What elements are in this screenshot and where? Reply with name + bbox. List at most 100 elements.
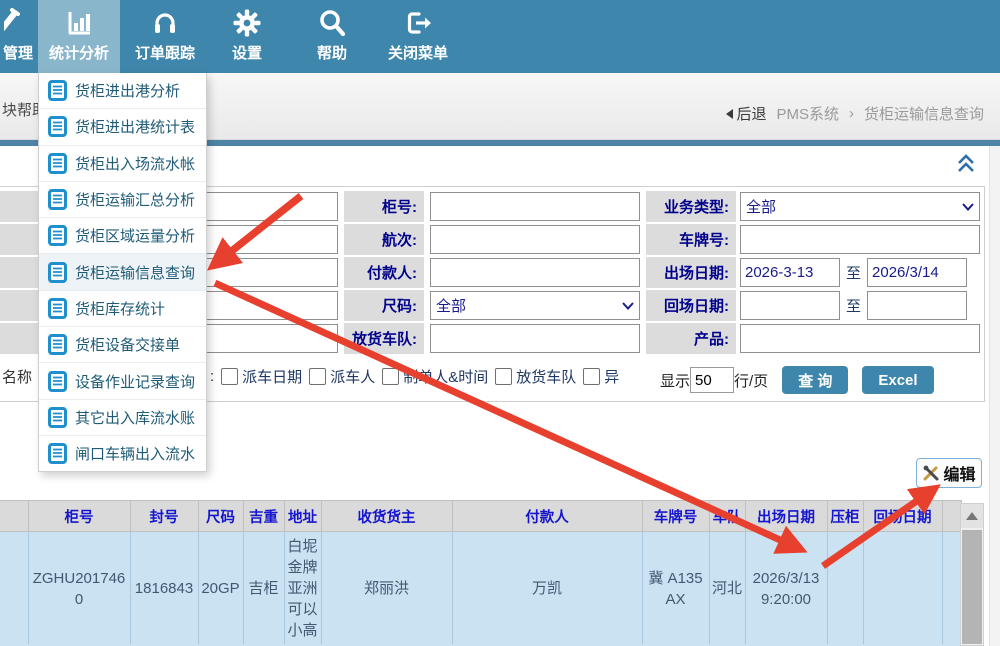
headset-icon [149, 7, 181, 39]
exit-date-from-input[interactable] [740, 258, 840, 287]
field-label-exit-date: 出场日期: [646, 257, 736, 288]
document-icon [48, 80, 67, 101]
table-scrollbar[interactable] [960, 503, 984, 646]
release-fleet-field-wrap [430, 323, 640, 354]
page-scrollbar-strip[interactable] [989, 146, 1000, 646]
menu-item-other-warehouse-ledger[interactable]: 其它出入库流水账 [39, 400, 206, 436]
container-no-field-wrap [430, 191, 640, 222]
release-fleet-input[interactable] [430, 324, 640, 353]
size-field-wrap: 全部 [430, 290, 640, 321]
payer-input[interactable] [430, 258, 640, 287]
rows-per-page-input[interactable] [690, 367, 734, 393]
name-label-fragment: 名称 [2, 366, 32, 387]
logout-icon [402, 7, 434, 39]
header-address: 地址 [284, 501, 321, 532]
business-type-select[interactable]: 全部 [740, 192, 980, 221]
header-filler [942, 501, 961, 532]
checkbox-dispatch-date[interactable] [221, 368, 238, 385]
back-button[interactable]: 后退 [726, 103, 766, 124]
results-table: 柜号 封号 尺码 吉重 地址 收货货主 付款人 车牌号 车队 出场日期 压柜 回… [0, 500, 962, 646]
date-range-joiner: 至 [846, 262, 861, 283]
plate-no-input[interactable] [740, 225, 980, 254]
menu-item-inout-yard-ledger[interactable]: 货柜出入场流水帐 [39, 146, 206, 182]
checkbox-dispatcher[interactable] [309, 368, 326, 385]
checkbox-label: 制单人&时间 [403, 366, 488, 387]
double-chevron-up-icon [955, 154, 977, 174]
nav-item-label: 设置 [232, 42, 262, 63]
scrollbar-thumb[interactable] [962, 530, 982, 644]
menu-item-transport-summary[interactable]: 货柜运输汇总分析 [39, 182, 206, 218]
collapse-panel-button[interactable] [955, 154, 977, 174]
triangle-up-icon [966, 512, 978, 520]
cell-payer: 万凯 [452, 532, 642, 646]
cell-selector [0, 532, 28, 646]
cell-address: 白坭金牌亚洲可以小高 [284, 532, 321, 646]
query-button[interactable]: 查 询 [782, 366, 848, 394]
header-weight: 吉重 [243, 501, 284, 532]
checkbox-abnormal[interactable] [583, 368, 600, 385]
cell-fleet: 河北 [709, 532, 745, 646]
nav-item-manage[interactable]: 管理 [0, 0, 36, 73]
field-label-size: 尺码: [344, 290, 424, 321]
menu-item-inventory-stats[interactable]: 货柜库存统计 [39, 291, 206, 327]
header-container-no: 柜号 [28, 501, 130, 532]
scrollbar-up-button[interactable] [961, 504, 983, 528]
nav-item-label: 管理 [3, 42, 33, 63]
menu-item-label: 货柜进出港统计表 [75, 116, 195, 137]
checkbox-release-fleet[interactable] [495, 368, 512, 385]
checkbox-maker-time[interactable] [382, 368, 399, 385]
menu-item-transport-info-query[interactable]: 货柜运输信息查询 [39, 254, 206, 290]
header-hold: 压柜 [827, 501, 863, 532]
header-size: 尺码 [198, 501, 243, 532]
document-icon [48, 407, 67, 428]
menu-item-container-port-analysis[interactable]: 货柜进出港分析 [39, 73, 206, 109]
nav-item-settings[interactable]: 设置 [216, 0, 278, 73]
payer-field-wrap [430, 257, 640, 288]
exit-date-to-input[interactable] [867, 258, 967, 287]
menu-item-equipment-handover[interactable]: 货柜设备交接单 [39, 327, 206, 363]
nav-item-help[interactable]: 帮助 [302, 0, 362, 73]
nav-item-close-menu[interactable]: 关闭菜单 [377, 0, 459, 73]
breadcrumb-system[interactable]: PMS系统 [776, 103, 839, 124]
colon-fragment: : [210, 368, 214, 385]
product-input[interactable] [740, 324, 980, 353]
header-return-date: 回场日期 [863, 501, 942, 532]
breadcrumb-separator: › [849, 105, 854, 122]
cell-return-date [863, 532, 942, 646]
chevron-down-icon [622, 302, 634, 310]
container-no-input[interactable] [430, 192, 640, 221]
menu-item-container-port-table[interactable]: 货柜进出港统计表 [39, 109, 206, 145]
table-header-row: 柜号 封号 尺码 吉重 地址 收货货主 付款人 车牌号 车队 出场日期 压柜 回… [0, 501, 961, 532]
document-icon [48, 334, 67, 355]
header-seal-no: 封号 [130, 501, 198, 532]
excel-button[interactable]: Excel [862, 366, 933, 394]
stats-analysis-dropdown: 货柜进出港分析 货柜进出港统计表 货柜出入场流水帐 货柜运输汇总分析 货柜区域运… [38, 73, 207, 472]
size-select[interactable]: 全部 [430, 291, 640, 320]
pms-screen: 管理 统计分析 订单跟踪 [0, 0, 1000, 646]
pager-row: 显示 行/页 查 询 Excel [660, 364, 934, 396]
menu-item-label: 货柜库存统计 [75, 298, 165, 319]
header-payer: 付款人 [452, 501, 642, 532]
menu-item-region-volume[interactable]: 货柜区域运量分析 [39, 218, 206, 254]
menu-item-gate-vehicle-flow[interactable]: 闸口车辆出入流水 [39, 436, 206, 471]
chevron-down-icon [962, 203, 974, 211]
return-date-to-input[interactable] [867, 291, 967, 320]
show-label: 显示 [660, 370, 690, 391]
breadcrumb-current: 货柜运输信息查询 [864, 103, 984, 124]
voyage-input[interactable] [430, 225, 640, 254]
table-row[interactable]: ZGHU2017460 1816843 20GP 吉柜 白坭金牌亚洲可以小高 郑… [0, 532, 961, 646]
edit-button[interactable]: 编辑 [916, 458, 982, 488]
menu-item-label: 货柜运输信息查询 [75, 262, 195, 283]
cell-consignee: 郑丽洪 [321, 532, 452, 646]
exit-date-field-wrap: 至 [740, 257, 980, 288]
nav-item-stats-analysis[interactable]: 统计分析 [38, 0, 120, 73]
cell-exit-date: 2026/3/13 9:20:00 [745, 532, 827, 646]
nav-item-label: 帮助 [317, 42, 347, 63]
menu-item-equipment-records[interactable]: 设备作业记录查询 [39, 363, 206, 399]
nav-item-order-tracking[interactable]: 订单跟踪 [122, 0, 208, 73]
document-icon [48, 153, 67, 174]
cell-filler [942, 532, 961, 646]
return-date-from-input[interactable] [740, 291, 840, 320]
cell-container-no: ZGHU2017460 [28, 532, 130, 646]
return-date-field-wrap: 至 [740, 290, 980, 321]
